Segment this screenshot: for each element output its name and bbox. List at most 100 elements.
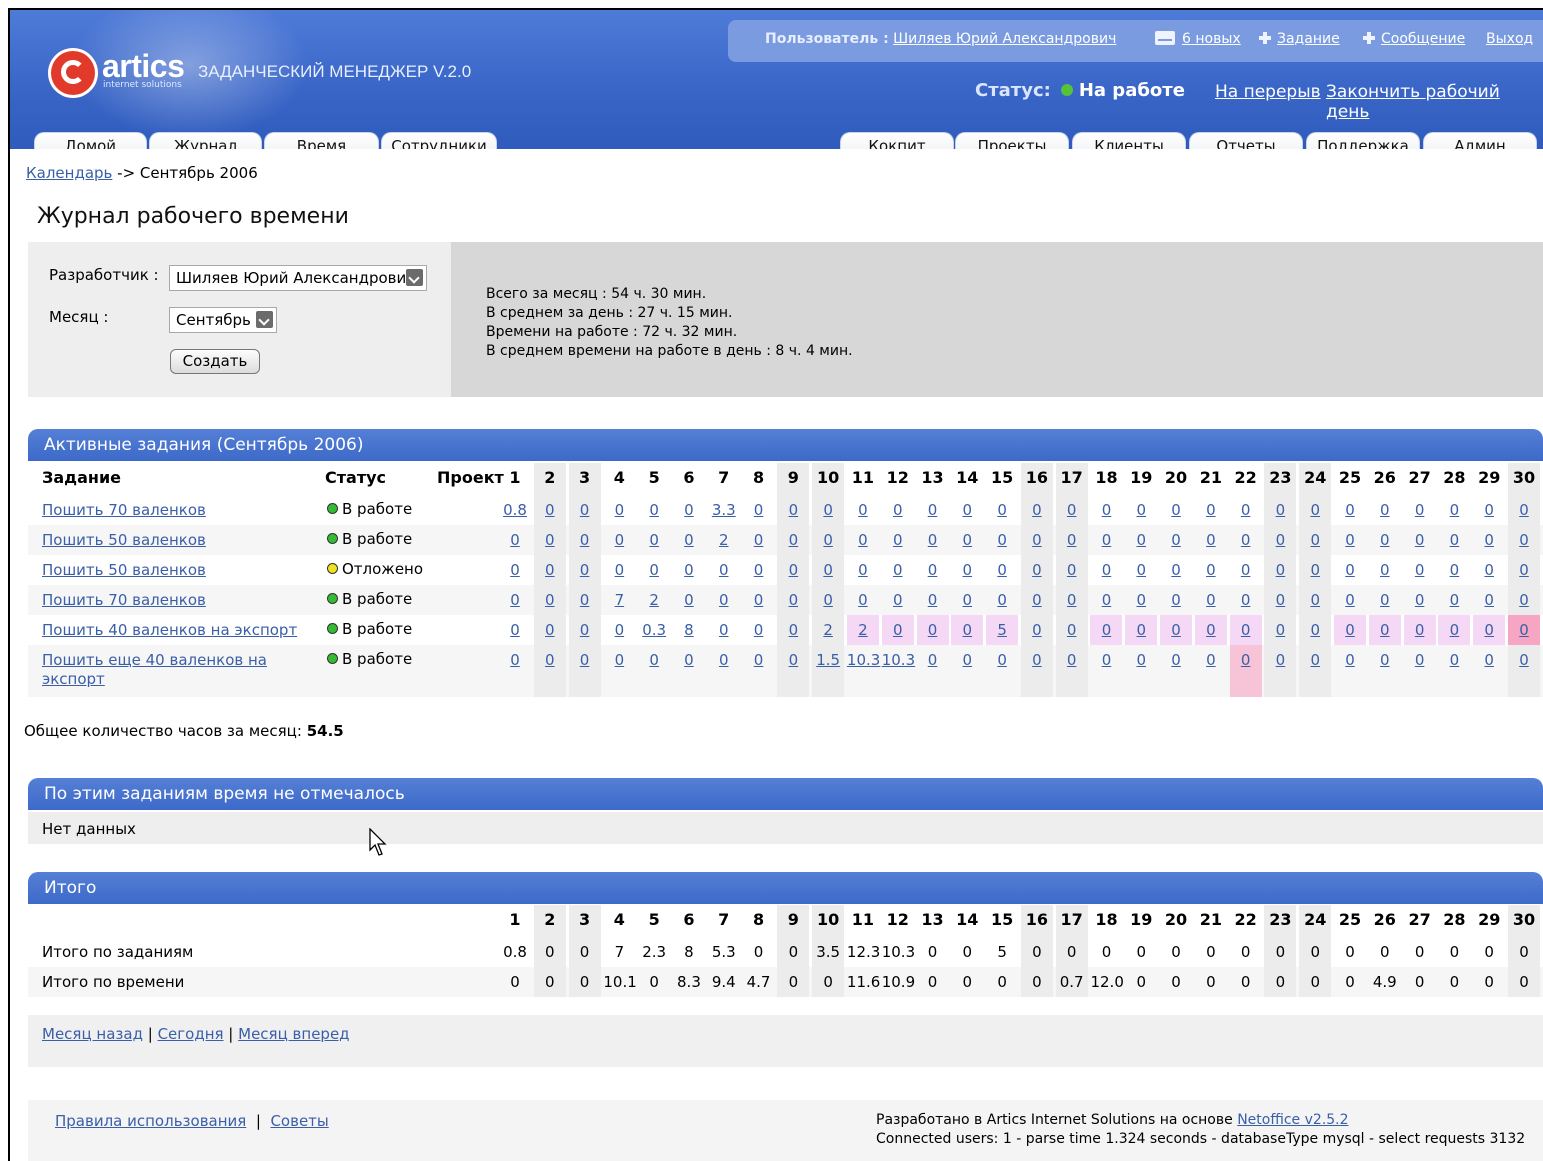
- hours-cell-link[interactable]: 0: [534, 621, 566, 639]
- hours-cell-link[interactable]: 0: [1473, 651, 1505, 669]
- hours-cell-link[interactable]: 0: [1160, 501, 1192, 519]
- hours-cell-link[interactable]: 0: [917, 561, 949, 579]
- hours-cell-link[interactable]: 0: [1438, 501, 1470, 519]
- hours-cell-link[interactable]: 0: [1508, 531, 1540, 549]
- hours-cell-link[interactable]: 0: [1264, 501, 1296, 519]
- hours-cell-link[interactable]: 2: [708, 531, 740, 549]
- hours-cell-link[interactable]: 0: [1056, 561, 1088, 579]
- hours-cell-link[interactable]: 0: [1160, 561, 1192, 579]
- hours-cell-link[interactable]: 0: [1021, 501, 1053, 519]
- developer-select[interactable]: Шиляев Юрий Александрович: [169, 265, 427, 291]
- hours-cell-link[interactable]: 0: [1195, 651, 1227, 669]
- hours-cell-link[interactable]: 3.3: [708, 501, 740, 519]
- hours-cell-link[interactable]: 0: [882, 561, 914, 579]
- hours-cell-link[interactable]: 0: [1369, 651, 1401, 669]
- hours-cell-link[interactable]: 0: [951, 501, 983, 519]
- new-messages-link[interactable]: 6 новых: [1182, 31, 1241, 47]
- create-button[interactable]: Создать: [170, 349, 260, 374]
- hours-cell-link[interactable]: 0: [499, 621, 531, 639]
- hours-cell-link[interactable]: 0: [1438, 531, 1470, 549]
- hours-cell-link[interactable]: 0: [499, 651, 531, 669]
- tab-left-1[interactable]: Журнал: [149, 132, 262, 149]
- hours-cell-link[interactable]: 0: [743, 651, 775, 669]
- hours-cell-link[interactable]: 0: [1404, 561, 1436, 579]
- hours-cell-link[interactable]: 0: [1160, 591, 1192, 609]
- tab-right-3[interactable]: Отчеты: [1189, 132, 1303, 149]
- hours-cell-link[interactable]: 0: [499, 561, 531, 579]
- hours-cell-link[interactable]: 0: [777, 591, 809, 609]
- hours-cell-link[interactable]: 0: [986, 561, 1018, 579]
- tab-right-5[interactable]: Админ: [1423, 132, 1537, 149]
- hours-cell-link[interactable]: 0: [673, 591, 705, 609]
- hours-cell-link[interactable]: 0: [1299, 621, 1331, 639]
- hours-cell-link[interactable]: 0: [603, 651, 635, 669]
- hours-cell-link[interactable]: 0: [1021, 621, 1053, 639]
- hours-cell-link[interactable]: 0: [1125, 651, 1157, 669]
- hours-cell-link[interactable]: 0: [603, 621, 635, 639]
- breadcrumb-calendar-link[interactable]: Календарь: [26, 164, 112, 182]
- hours-cell-link[interactable]: 0: [986, 591, 1018, 609]
- hours-cell-link[interactable]: 0: [777, 651, 809, 669]
- hours-cell-link[interactable]: 0: [569, 651, 601, 669]
- hours-cell-link[interactable]: 0.8: [499, 501, 531, 519]
- tab-right-4[interactable]: Поддержка: [1306, 132, 1420, 149]
- prev-month-link[interactable]: Месяц назад: [42, 1025, 143, 1043]
- hours-cell-link[interactable]: 0: [1404, 591, 1436, 609]
- hours-cell-link[interactable]: 0: [569, 531, 601, 549]
- hours-cell-link[interactable]: 0: [673, 561, 705, 579]
- hours-cell-link[interactable]: 0: [917, 621, 949, 639]
- hours-cell-link[interactable]: 0: [1125, 621, 1157, 639]
- hours-cell-link[interactable]: 0: [1473, 591, 1505, 609]
- hours-cell-link[interactable]: 0: [812, 531, 844, 549]
- hours-cell-link[interactable]: 0: [708, 651, 740, 669]
- hours-cell-link[interactable]: 0: [1021, 561, 1053, 579]
- hours-cell-link[interactable]: 0: [1404, 531, 1436, 549]
- hours-cell-link[interactable]: 0: [1160, 621, 1192, 639]
- next-month-link[interactable]: Месяц вперед: [238, 1025, 349, 1043]
- hours-cell-link[interactable]: 0: [1438, 621, 1470, 639]
- hours-cell-link[interactable]: 0: [777, 621, 809, 639]
- hours-cell-link[interactable]: 0: [1369, 621, 1401, 639]
- hours-cell-link[interactable]: 0: [951, 651, 983, 669]
- tab-right-2[interactable]: Клиенты: [1072, 132, 1186, 149]
- hours-cell-link[interactable]: 0: [1334, 561, 1366, 579]
- hours-cell-link[interactable]: 0: [1125, 591, 1157, 609]
- hours-cell-link[interactable]: 0: [673, 651, 705, 669]
- hours-cell-link[interactable]: 0: [1334, 501, 1366, 519]
- hours-cell-link[interactable]: 5: [986, 621, 1018, 639]
- hours-cell-link[interactable]: 0: [638, 651, 670, 669]
- hours-cell-link[interactable]: 0: [847, 501, 879, 519]
- tab-left-2[interactable]: Время: [264, 132, 379, 149]
- hours-cell-link[interactable]: 0: [569, 501, 601, 519]
- hours-cell-link[interactable]: 0: [1334, 591, 1366, 609]
- hours-cell-link[interactable]: 0: [638, 501, 670, 519]
- hours-cell-link[interactable]: 0: [986, 501, 1018, 519]
- hours-cell-link[interactable]: 0: [1230, 621, 1262, 639]
- hours-cell-link[interactable]: 0: [603, 501, 635, 519]
- hours-cell-link[interactable]: 0: [743, 501, 775, 519]
- hours-cell-link[interactable]: 0: [1264, 561, 1296, 579]
- hours-cell-link[interactable]: 0: [951, 591, 983, 609]
- hours-cell-link[interactable]: 0: [1195, 621, 1227, 639]
- hours-cell-link[interactable]: 0: [534, 561, 566, 579]
- new-task-link[interactable]: Задание: [1277, 31, 1340, 47]
- hours-cell-link[interactable]: 0: [1473, 531, 1505, 549]
- hours-cell-link[interactable]: 8: [673, 621, 705, 639]
- hours-cell-link[interactable]: 0: [1334, 531, 1366, 549]
- hours-cell-link[interactable]: 0: [847, 591, 879, 609]
- hours-cell-link[interactable]: 0: [882, 591, 914, 609]
- hours-cell-link[interactable]: 0: [569, 621, 601, 639]
- hours-cell-link[interactable]: 0: [1264, 531, 1296, 549]
- today-link[interactable]: Сегодня: [158, 1025, 224, 1043]
- hours-cell-link[interactable]: 0: [1230, 651, 1262, 669]
- hours-cell-link[interactable]: 0: [1195, 531, 1227, 549]
- hours-cell-link[interactable]: 1.5: [812, 651, 844, 669]
- hours-cell-link[interactable]: 0: [569, 561, 601, 579]
- hours-cell-link[interactable]: 0: [1230, 531, 1262, 549]
- hours-cell-link[interactable]: 0: [951, 621, 983, 639]
- hours-cell-link[interactable]: 0: [1473, 561, 1505, 579]
- hours-cell-link[interactable]: 0: [743, 621, 775, 639]
- hours-cell-link[interactable]: 0: [743, 531, 775, 549]
- hours-cell-link[interactable]: 0: [1195, 591, 1227, 609]
- hours-cell-link[interactable]: 0: [1021, 651, 1053, 669]
